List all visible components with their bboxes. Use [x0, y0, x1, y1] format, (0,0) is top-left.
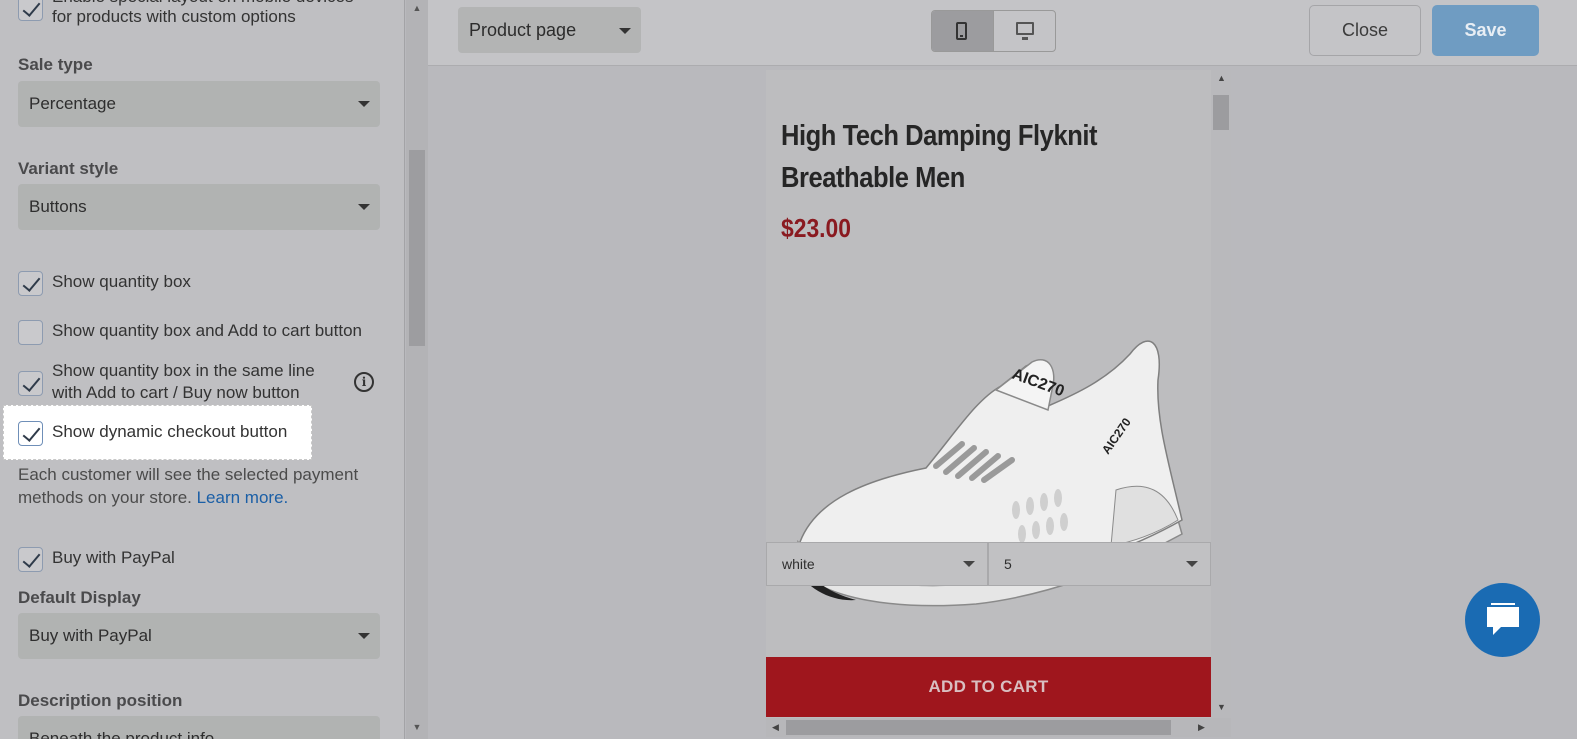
show-quantity-and-cart-checkbox[interactable]	[18, 320, 43, 345]
learn-more-link[interactable]: Learn more.	[197, 488, 289, 507]
color-variant-select[interactable]: white	[766, 542, 988, 586]
preview-hscroll-thumb[interactable]	[786, 720, 1171, 735]
chevron-down-icon	[619, 28, 631, 34]
settings-sidebar: Enable special layout on mobile devices …	[0, 0, 405, 739]
special-layout-label-line2: for products with custom options	[52, 7, 296, 26]
scroll-up-arrow-icon[interactable]: ▲	[1217, 73, 1226, 83]
device-toggle	[931, 10, 1056, 52]
editor-toolbar: Product page Close Save	[428, 0, 1577, 66]
description-position-value: Beneath the product info	[29, 729, 215, 739]
chevron-down-icon	[1186, 561, 1198, 567]
quantity-same-line-label-line1: Show quantity box in the same line	[52, 361, 315, 380]
show-quantity-and-cart-label: Show quantity box and Add to cart button	[52, 321, 362, 340]
preview-vertical-scrollbar[interactable]: ▲ ▼	[1211, 70, 1231, 718]
dynamic-checkout-highlight[interactable]: Show dynamic checkout button	[3, 405, 312, 460]
close-button[interactable]: Close	[1309, 5, 1421, 56]
quantity-same-line-label-line2: with Add to cart / Buy now button	[52, 383, 300, 402]
scroll-down-arrow-icon[interactable]: ▼	[1217, 702, 1226, 712]
scroll-right-arrow-icon[interactable]: ▶	[1198, 722, 1205, 733]
info-icon[interactable]: i	[354, 372, 374, 392]
default-display-label: Default Display	[18, 588, 141, 607]
variant-style-value: Buttons	[29, 197, 87, 216]
mobile-view-button[interactable]	[932, 11, 994, 51]
scroll-left-arrow-icon[interactable]: ◀	[772, 722, 779, 733]
sidebar-scroll-thumb[interactable]	[409, 150, 425, 346]
description-position-label: Description position	[18, 691, 183, 710]
quantity-same-line-checkbox[interactable]	[18, 371, 43, 396]
default-display-value: Buy with PayPal	[29, 626, 152, 645]
description-text: Each customer will see the selected paym…	[18, 465, 359, 507]
product-title: High Tech Damping Flyknit Breathable Men	[781, 120, 1098, 194]
chat-bubble-icon	[1487, 603, 1519, 635]
buy-with-paypal-label: Buy with PayPal	[52, 548, 175, 567]
chevron-down-icon	[358, 633, 370, 639]
default-display-select[interactable]: Buy with PayPal	[18, 613, 380, 659]
show-quantity-box-label: Show quantity box	[52, 272, 191, 291]
preview-horizontal-scrollbar[interactable]: ◀ ▶	[766, 718, 1231, 737]
show-quantity-box-checkbox[interactable]	[18, 271, 43, 296]
variant-style-label: Variant style	[18, 159, 119, 178]
product-preview: High Tech Damping Flyknit Breathable Men…	[766, 70, 1211, 718]
buy-with-paypal-checkbox[interactable]	[18, 547, 43, 572]
preview-scroll-thumb[interactable]	[1213, 95, 1229, 130]
color-variant-value: white	[782, 556, 815, 572]
page-select[interactable]: Product page	[458, 7, 641, 53]
sidebar-scrollbar[interactable]: ▲ ▼	[406, 0, 428, 739]
description-position-select[interactable]: Beneath the product info	[18, 716, 380, 739]
variant-style-select[interactable]: Buttons	[18, 184, 380, 230]
desktop-view-button[interactable]	[994, 11, 1055, 51]
save-button[interactable]: Save	[1432, 5, 1539, 56]
dynamic-checkout-label: Show dynamic checkout button	[52, 422, 288, 441]
dynamic-checkout-checkbox[interactable]	[18, 421, 43, 446]
add-to-cart-button[interactable]: ADD TO CART	[766, 657, 1211, 717]
size-variant-value: 5	[1004, 556, 1012, 572]
sale-type-value: Percentage	[29, 94, 116, 113]
page-select-value: Product page	[469, 20, 577, 40]
product-price: $23.00	[781, 213, 851, 243]
sale-type-select[interactable]: Percentage	[18, 81, 380, 127]
chevron-down-icon	[358, 204, 370, 210]
chevron-down-icon	[358, 101, 370, 107]
chevron-down-icon	[963, 561, 975, 567]
scroll-up-arrow-icon[interactable]: ▲	[406, 3, 428, 13]
scroll-down-arrow-icon[interactable]: ▼	[406, 722, 428, 732]
desktop-icon	[1016, 22, 1034, 40]
sale-type-label: Sale type	[18, 55, 93, 74]
chat-button[interactable]	[1465, 583, 1540, 657]
size-variant-select[interactable]: 5	[988, 542, 1211, 586]
dynamic-checkout-description: Each customer will see the selected paym…	[18, 463, 388, 509]
special-layout-checkbox[interactable]	[18, 0, 43, 21]
mobile-icon	[956, 22, 967, 40]
